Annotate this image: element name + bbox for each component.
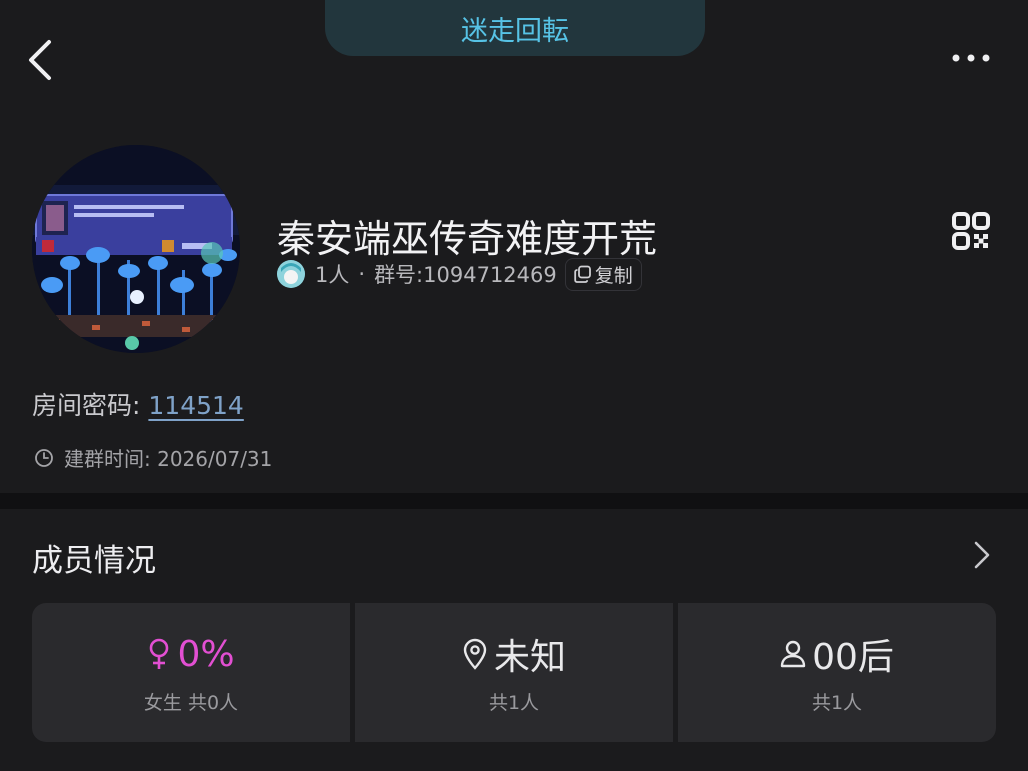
game-screenshot-image xyxy=(32,145,240,353)
qr-code-icon xyxy=(952,212,990,250)
stat-gender[interactable]: 0% 女生 共0人 xyxy=(32,603,350,742)
pill-label: 迷走回転 xyxy=(461,15,569,47)
password-label: 房间密码: xyxy=(32,391,141,420)
stat-location-sub: 共1人 xyxy=(488,692,540,714)
group-meta: 1人 · 群号:1094712469 复制 xyxy=(277,256,642,292)
female-icon xyxy=(150,638,169,669)
chevron-right-icon xyxy=(974,541,990,569)
members-section-title: 成员情况 xyxy=(32,543,156,579)
stat-location-value: 未知 xyxy=(493,637,566,678)
created-time-row: 建群时间: 2026/07/31 xyxy=(34,443,272,472)
meta-separator: · xyxy=(358,262,366,286)
clock-icon xyxy=(35,448,53,467)
created-value: 2026/07/31 xyxy=(157,447,273,471)
group-title: 秦安端巫传奇难度开荒 xyxy=(277,217,658,261)
stat-age[interactable]: 00后 共1人 xyxy=(678,603,996,742)
group-name-pill[interactable]: 迷走回転 xyxy=(325,0,705,56)
stat-age-sub: 共1人 xyxy=(811,692,863,714)
members-section-arrow[interactable] xyxy=(968,538,994,572)
copy-icon xyxy=(574,265,591,283)
copy-button[interactable]: 复制 xyxy=(564,257,642,291)
stat-age-value: 00后 xyxy=(812,637,894,678)
member-avatar-image xyxy=(277,260,305,288)
chevron-left-icon xyxy=(29,40,51,80)
created-label: 建群时间: xyxy=(64,447,151,471)
stat-gender-value: 0% xyxy=(177,633,235,675)
group-number: 群号:1094712469 xyxy=(374,263,557,287)
location-pin-icon xyxy=(463,638,487,670)
more-horizontal-icon xyxy=(952,54,990,62)
copy-label: 复制 xyxy=(594,264,633,287)
member-count: 1人 xyxy=(315,263,350,287)
back-button[interactable] xyxy=(22,36,62,84)
group-avatar[interactable] xyxy=(32,145,240,353)
member-avatar[interactable] xyxy=(277,260,305,288)
more-button[interactable] xyxy=(948,44,994,72)
password-value-link[interactable]: 114514 xyxy=(148,391,243,420)
qr-code-button[interactable] xyxy=(950,210,992,252)
stat-location[interactable]: 未知 共1人 xyxy=(355,603,673,742)
stat-gender-sub: 女生 共0人 xyxy=(143,692,239,714)
member-stats: 0% 女生 共0人 未知 共1人 00后 共1人 xyxy=(32,603,996,742)
section-divider xyxy=(0,493,1028,509)
person-icon xyxy=(780,640,806,668)
room-password-row: 房间密码: 114514 xyxy=(32,386,244,422)
